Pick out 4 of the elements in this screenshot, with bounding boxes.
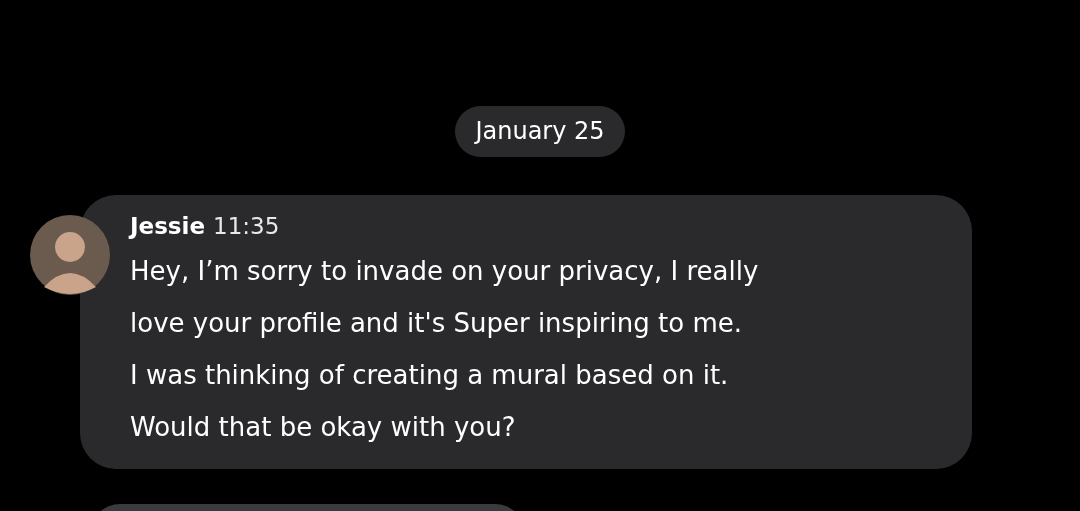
message-text: Hey, I’m sorry to invade on your privacy, I really love your profile and it's Super inspiring to me. I was thinking of creating a mural based on it. Would that be okay with you? [130, 255, 760, 444]
date-separator: January 25 [455, 106, 625, 157]
sender-name: Jessie [130, 213, 206, 239]
message-time: 11:35 [213, 213, 280, 239]
